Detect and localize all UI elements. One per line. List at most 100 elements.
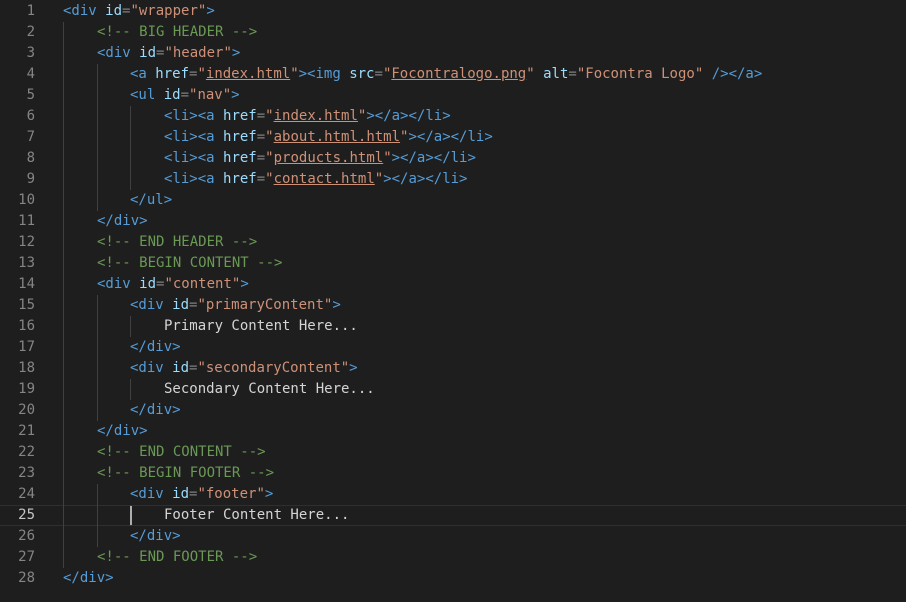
code-line[interactable]: 7 <li><a href="about.html.html"></a></li> xyxy=(0,127,906,148)
code-line[interactable]: 16 Primary Content Here... xyxy=(0,316,906,337)
indent-guide xyxy=(63,358,64,379)
code-text: <div id="secondaryContent"> xyxy=(130,358,358,379)
code-line[interactable]: 2 <!-- BIG HEADER --> xyxy=(0,22,906,43)
code-text: <li><a href="products.html"></a></li> xyxy=(164,148,476,169)
code-token: <div xyxy=(97,45,140,61)
code-line[interactable]: 28 </div> xyxy=(0,568,906,589)
code-token: " xyxy=(265,171,274,187)
code-text: <li><a href="index.html"></a></li> xyxy=(164,106,451,127)
code-line[interactable]: 14 <div id="content"> xyxy=(0,274,906,295)
indent-guide xyxy=(130,106,131,127)
code-token: <div xyxy=(130,486,173,502)
code-line[interactable]: 27 <!-- END FOOTER --> xyxy=(0,547,906,568)
indent-guide xyxy=(97,106,98,127)
code-line[interactable]: 20 </div> xyxy=(0,400,906,421)
code-token: Focontralogo.png xyxy=(391,66,527,82)
indent-guide xyxy=(63,442,64,463)
code-line[interactable]: 18 <div id="secondaryContent"> xyxy=(0,358,906,379)
code-token: id xyxy=(139,276,157,292)
code-token: <li><a xyxy=(164,150,224,166)
line-number: 27 xyxy=(18,549,35,565)
code-token: > xyxy=(264,486,274,502)
indent-guide xyxy=(63,148,64,169)
code-token: Secondary Content Here... xyxy=(164,381,375,397)
code-text: <ul id="nav"> xyxy=(130,85,240,106)
code-line[interactable]: 24 <div id="footer"> xyxy=(0,484,906,505)
indent-guide xyxy=(97,358,98,379)
code-line[interactable]: 10 </ul> xyxy=(0,190,906,211)
code-line[interactable]: 8 <li><a href="products.html"></a></li> xyxy=(0,148,906,169)
code-line[interactable]: 19 Secondary Content Here... xyxy=(0,379,906,400)
indent-guide xyxy=(97,316,98,337)
indent-guide xyxy=(63,295,64,316)
line-number: 23 xyxy=(18,465,35,481)
code-line[interactable]: 12 <!-- END HEADER --> xyxy=(0,232,906,253)
code-token: </div> xyxy=(63,570,114,586)
code-line[interactable]: 4 <a href="index.html"><img src="Focontra… xyxy=(0,64,906,85)
indent-guide xyxy=(63,169,64,190)
code-editor[interactable]: 1 <div id="wrapper"> 2 <!-- BIG HEADER --> 3… xyxy=(0,0,906,602)
code-text: Secondary Content Here... xyxy=(164,379,375,400)
line-number: 26 xyxy=(18,528,35,544)
code-token: Footer Content Here... xyxy=(164,507,350,523)
code-line[interactable]: 26 </div> xyxy=(0,526,906,547)
code-token: " xyxy=(526,66,535,82)
code-line[interactable]: 23 <!-- BEGIN FOOTER --> xyxy=(0,463,906,484)
code-token: <li><a xyxy=(164,171,224,187)
code-token: Primary Content Here... xyxy=(164,318,358,334)
indent-guide xyxy=(63,379,64,400)
indent-guide xyxy=(97,295,98,316)
code-text: </ul> xyxy=(130,190,172,211)
code-token: " xyxy=(383,150,392,166)
code-token: <!-- END FOOTER --> xyxy=(97,549,258,565)
line-number: 15 xyxy=(18,297,35,313)
code-token: <div xyxy=(97,276,140,292)
code-line[interactable]: 15 <div id="primaryContent"> xyxy=(0,295,906,316)
code-token: id xyxy=(163,87,181,103)
code-text: <li><a href="about.html.html"></a></li> xyxy=(164,127,493,148)
line-number: 16 xyxy=(18,318,35,334)
code-token: ></a></li> xyxy=(366,108,451,124)
line-number: 14 xyxy=(18,276,35,292)
indent-guide xyxy=(63,526,64,547)
code-line[interactable]: 5 <ul id="nav"> xyxy=(0,85,906,106)
code-line[interactable]: 21 </div> xyxy=(0,421,906,442)
code-text: <!-- END CONTENT --> xyxy=(97,442,266,463)
code-text: </div> xyxy=(130,337,181,358)
code-token: = xyxy=(374,66,383,82)
code-text: </div> xyxy=(130,526,181,547)
code-line[interactable]: 1 <div id="wrapper"> xyxy=(0,1,906,22)
code-token: <div xyxy=(130,297,173,313)
line-number: 12 xyxy=(18,234,35,250)
indent-guide xyxy=(63,211,64,232)
code-token: href xyxy=(155,66,190,82)
code-token: </div> xyxy=(130,528,181,544)
code-line[interactable]: 3 <div id="header"> xyxy=(0,43,906,64)
line-number: 10 xyxy=(18,192,35,208)
code-line[interactable]: 17 </div> xyxy=(0,337,906,358)
code-line[interactable]: 22 <!-- END CONTENT --> xyxy=(0,442,906,463)
code-line[interactable]: 11 </div> xyxy=(0,211,906,232)
code-text: <li><a href="contact.html"></a></li> xyxy=(164,169,468,190)
code-token: </div> xyxy=(130,402,181,418)
code-line[interactable]: 13 <!-- BEGIN CONTENT --> xyxy=(0,253,906,274)
code-line[interactable]: 9 <li><a href="contact.html"></a></li> xyxy=(0,169,906,190)
code-token: href xyxy=(223,108,257,124)
code-token: alt xyxy=(543,66,569,82)
indent-guide xyxy=(63,127,64,148)
code-token: "footer" xyxy=(197,486,265,502)
code-text: <!-- BEGIN FOOTER --> xyxy=(97,463,274,484)
indent-guide xyxy=(63,421,64,442)
code-token: = xyxy=(256,171,266,187)
indent-guide xyxy=(97,85,98,106)
code-line[interactable]: 25 Footer Content Here... xyxy=(0,505,906,526)
code-token: > xyxy=(206,3,215,19)
code-token: " xyxy=(265,108,274,124)
indent-guide xyxy=(97,379,98,400)
code-line[interactable]: 6 <li><a href="index.html"></a></li> xyxy=(0,106,906,127)
line-number: 28 xyxy=(18,570,35,586)
code-token: > xyxy=(231,45,241,61)
indent-guide xyxy=(63,337,64,358)
line-number: 18 xyxy=(18,360,35,376)
